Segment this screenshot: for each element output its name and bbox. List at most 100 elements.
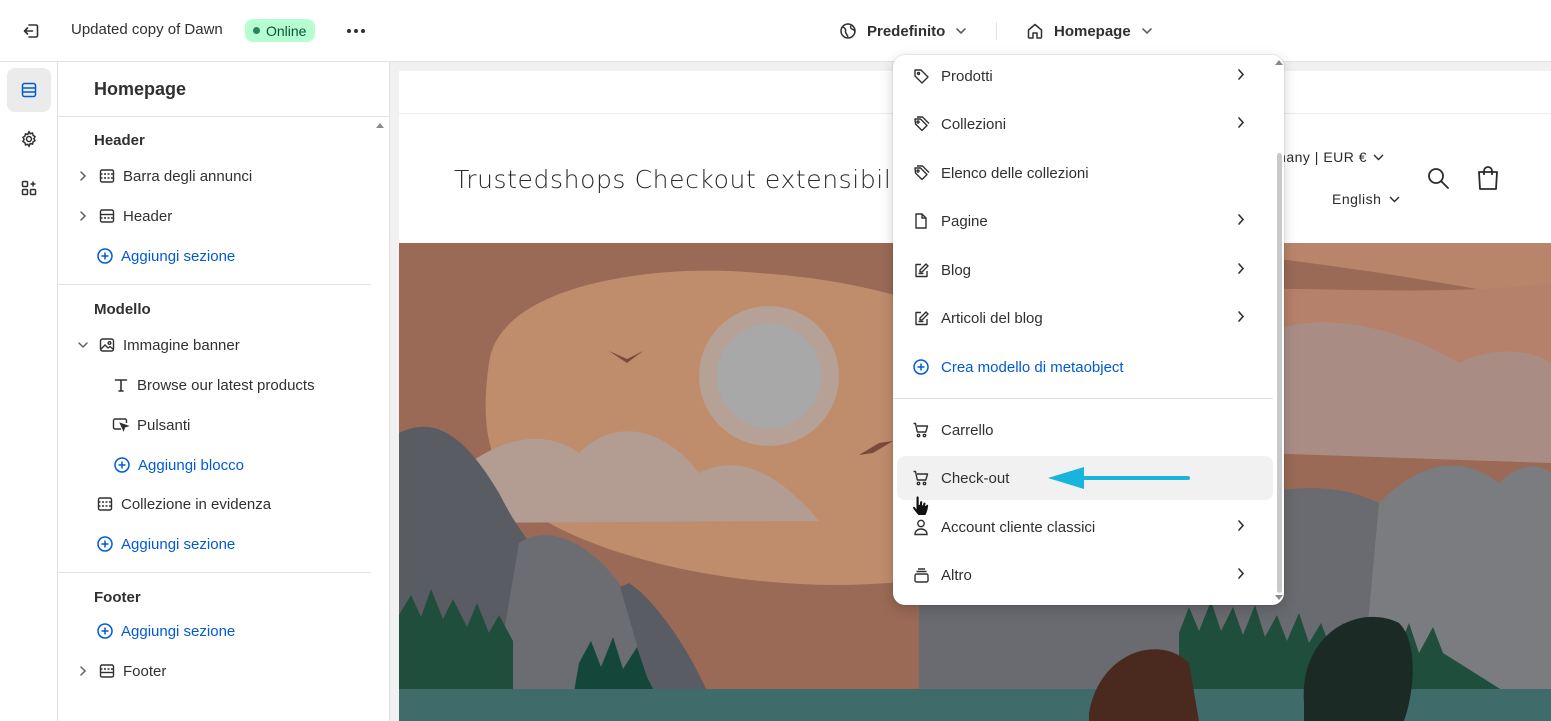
store-name[interactable]: Trustedshops Checkout extensibility [454,165,925,194]
menu-item-other[interactable]: Altro [897,553,1273,597]
chevron-down-icon [955,27,967,35]
section-item-header[interactable]: Header [76,202,172,230]
section-item-label: Barra degli annunci [123,167,253,185]
menu-item-label: Crea modello di metaobject [941,358,1124,376]
dropdown-scrollbar[interactable] [1274,55,1284,605]
plus-circle-icon [113,456,131,474]
blog-icon [911,260,931,280]
template-select[interactable]: Predefinito [839,18,967,44]
menu-item-collections[interactable]: Collezioni [897,102,1273,146]
add-section-button-header[interactable]: Aggiungi sezione [96,242,235,270]
block-item-heading[interactable]: Browse our latest products [112,371,315,399]
add-block-button[interactable]: Aggiungi blocco [113,451,244,479]
section-item-label: Header [123,207,173,225]
chevron-right-icon [1237,68,1245,81]
menu-item-cart[interactable]: Carrello [897,408,1273,452]
exit-icon [22,22,40,40]
chevron-right-icon[interactable] [76,170,90,182]
layers-icon [911,565,931,585]
country-selector[interactable]: rmany | EUR € [1269,149,1384,165]
chevron-down-icon [1373,154,1384,161]
language-selector[interactable]: English [1332,191,1400,207]
divider [58,116,390,117]
arrow-left-icon [1048,467,1190,489]
section-heading-header: Header [94,132,145,149]
cart-icon [911,468,931,488]
menu-item-label: Articoli del blog [941,309,1043,327]
menu-item-label: Altro [941,566,972,584]
search-icon[interactable] [1426,166,1450,190]
plus-circle-icon [96,535,114,553]
chevron-right-icon [1237,213,1245,226]
cart-bag-icon[interactable] [1476,165,1500,191]
tags-icon [911,163,931,183]
cart-icon [911,420,931,440]
scrollbar-thumb[interactable] [1277,153,1282,593]
scroll-up-icon[interactable] [1275,59,1283,65]
rail-settings-button[interactable] [7,117,51,161]
section-item-image-banner[interactable]: Immagine banner [76,331,240,359]
menu-item-collection-list[interactable]: Elenco delle collezioni [897,151,1273,195]
menu-item-pages[interactable]: Pagine [897,199,1273,243]
status-badge: Online [245,19,316,42]
tags-icon [911,114,931,134]
section-heading-template: Modello [94,301,151,318]
hand-cursor-icon [912,495,929,516]
section-item-label: Collezione in evidenza [121,495,272,513]
section-heading-footer: Footer [94,589,141,606]
plus-circle-icon [96,247,114,265]
gear-icon [20,130,38,148]
menu-item-create-metaobject-template[interactable]: Crea modello di metaobject [897,345,1273,389]
scroll-down-icon[interactable] [1275,595,1283,601]
rail-sections-button[interactable] [7,68,51,112]
chevron-right-icon [1237,519,1245,532]
section-item-announcement-bar[interactable]: Barra degli annunci [76,162,252,190]
button-cursor-icon [112,416,130,434]
more-horizontal-icon [346,28,366,34]
top-bar: Updated copy of Dawn Online Predefinito … [0,0,1551,62]
image-icon [98,336,116,354]
menu-item-blog[interactable]: Blog [897,248,1273,292]
menu-item-label: Account cliente classici [941,518,1096,536]
menu-item-products[interactable]: Prodotti [897,55,1273,98]
plus-circle-icon [96,622,114,640]
sections-icon [20,81,38,99]
add-section-button-template[interactable]: Aggiungi sezione [96,530,235,558]
chevron-right-icon[interactable] [76,665,90,677]
more-actions-button[interactable] [340,18,372,44]
exit-button[interactable] [16,18,46,44]
person-icon [911,517,931,537]
template-picker-dropdown: Prodotti Collezioni Elenco delle collezi… [893,55,1284,605]
page-icon [911,211,931,231]
menu-item-blog-posts[interactable]: Articoli del blog [897,296,1273,340]
chevron-right-icon[interactable] [76,210,90,222]
chevron-right-icon [1237,116,1245,129]
chevron-right-icon [1237,310,1245,323]
menu-item-label: Blog [941,261,972,279]
rail-apps-button[interactable] [7,166,51,210]
page-select[interactable]: Homepage [1026,18,1153,44]
add-section-button-footer[interactable]: Aggiungi sezione [96,617,235,645]
block-item-buttons[interactable]: Pulsanti [112,411,190,439]
menu-item-classic-customer-accounts[interactable]: Account cliente classici [897,505,1273,549]
language-selector-label: English [1332,191,1382,207]
section-item-footer[interactable]: Footer [76,657,166,685]
chevron-down-icon [1389,196,1400,203]
chevron-right-icon [1237,262,1245,275]
section-item-featured-collection[interactable]: Collezione in evidenza [96,490,271,518]
menu-item-label: Prodotti [941,67,993,85]
status-badge-label: Online [266,22,307,39]
home-icon [1026,22,1044,40]
menu-item-label: Elenco delle collezioni [941,164,1089,182]
top-divider [996,22,997,40]
status-dot [253,27,260,34]
header-section-icon [98,207,116,225]
theme-name: Updated copy of Dawn [71,21,223,38]
scroll-up-icon[interactable] [375,121,385,131]
chevron-down-icon[interactable] [76,341,90,349]
page-select-label: Homepage [1054,22,1131,40]
apps-icon [20,179,38,197]
icon-rail [0,62,58,721]
chevron-down-icon [1141,27,1153,35]
plus-circle-icon [911,357,931,377]
